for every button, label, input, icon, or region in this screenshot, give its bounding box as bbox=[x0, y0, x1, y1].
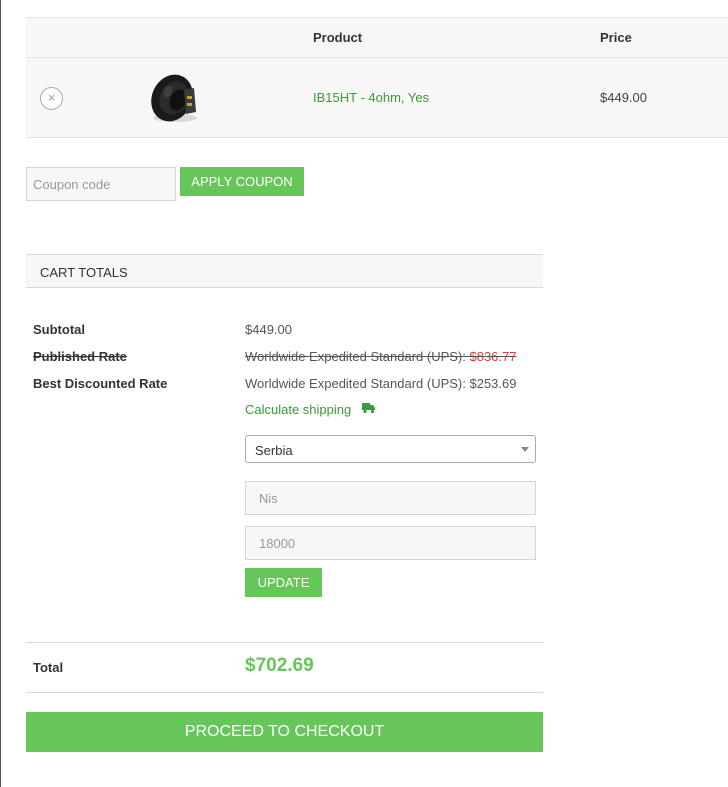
total-value: $702.69 bbox=[245, 655, 314, 676]
postcode-field[interactable] bbox=[245, 526, 536, 560]
cart-totals-heading: CART TOTALS bbox=[40, 265, 128, 280]
chevron-down-icon bbox=[521, 447, 529, 452]
published-rate-value: Worldwide Expedited Standard (UPS): $836… bbox=[245, 349, 516, 364]
apply-coupon-button[interactable]: APPLY COUPON bbox=[180, 167, 304, 196]
cart-item-row: × IB15HT - 4ohm, Yes $449.00 bbox=[26, 58, 728, 138]
total-divider-top bbox=[26, 642, 543, 643]
published-rate-amount: $836.77 bbox=[469, 349, 517, 364]
subtotal-value: $449.00 bbox=[245, 322, 292, 337]
product-column-header: Product bbox=[313, 30, 363, 45]
best-rate-value: Worldwide Expedited Standard (UPS): $253… bbox=[245, 376, 517, 391]
total-divider-bottom bbox=[26, 692, 543, 693]
coupon-code-input[interactable] bbox=[26, 167, 176, 201]
truck-icon[interactable] bbox=[362, 402, 376, 414]
calculate-shipping-link[interactable]: Calculate shipping bbox=[245, 402, 351, 417]
page-left-border bbox=[0, 0, 1, 787]
proceed-to-checkout-button[interactable]: PROCEED TO CHECKOUT bbox=[26, 712, 543, 752]
cart-table-header: Product Price bbox=[26, 17, 728, 58]
speaker-thumbnail-icon[interactable] bbox=[142, 68, 204, 130]
best-rate-label: Best Discounted Rate bbox=[33, 376, 168, 391]
price-column-header: Price bbox=[600, 30, 632, 45]
cart-totals-header: CART TOTALS bbox=[26, 254, 543, 288]
subtotal-label: Subtotal bbox=[33, 322, 85, 337]
remove-item-button[interactable]: × bbox=[40, 87, 63, 110]
product-name-link[interactable]: IB15HT - 4ohm, Yes bbox=[313, 90, 429, 105]
city-field[interactable] bbox=[245, 481, 536, 515]
published-rate-text: Worldwide Expedited Standard (UPS): bbox=[245, 349, 470, 364]
published-rate-label: Published Rate bbox=[33, 349, 127, 364]
country-select[interactable]: Serbia bbox=[245, 435, 536, 463]
product-price: $449.00 bbox=[600, 90, 647, 105]
total-label: Total bbox=[33, 660, 64, 675]
country-select-value: Serbia bbox=[255, 443, 293, 458]
update-shipping-button[interactable]: UPDATE bbox=[245, 568, 322, 597]
cart-table: Product Price × IB15HT - 4ohm, Yes $449.… bbox=[26, 17, 728, 138]
